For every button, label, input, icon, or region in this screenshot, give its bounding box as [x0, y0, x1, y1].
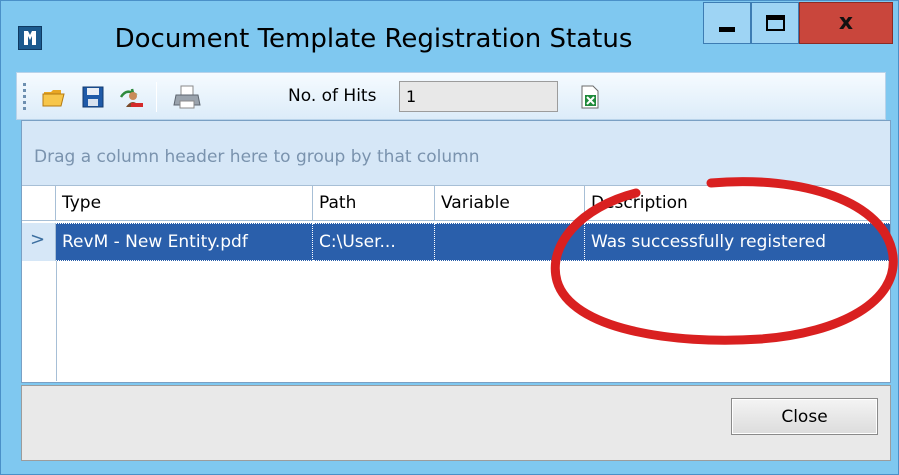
title-bar[interactable]: Document Template Registration Status x	[1, 1, 898, 77]
cell-variable[interactable]	[435, 223, 585, 261]
excel-export-icon[interactable]	[577, 83, 605, 111]
close-window-button[interactable]: x	[799, 2, 893, 44]
group-hint-text: Drag a column header here to group by th…	[34, 147, 480, 167]
cell-description[interactable]: Was successfully registered	[585, 223, 890, 261]
print-icon[interactable]	[172, 83, 201, 111]
hits-label: No. of Hits	[288, 86, 377, 106]
group-by-panel[interactable]: Drag a column header here to group by th…	[22, 121, 890, 185]
results-grid: Drag a column header here to group by th…	[21, 120, 891, 383]
cell-type[interactable]: RevM - New Entity.pdf	[56, 223, 313, 261]
app-logo-icon	[18, 26, 42, 50]
toolbar-separator	[156, 82, 157, 112]
column-header-description[interactable]: Description	[585, 186, 890, 220]
grid-empty-area-divider	[56, 261, 57, 381]
window-title: Document Template Registration Status	[114, 24, 633, 54]
maximize-icon	[765, 15, 785, 31]
row-indicator-header	[22, 186, 56, 220]
close-icon: x	[838, 10, 854, 35]
column-header-variable[interactable]: Variable	[435, 186, 585, 220]
open-folder-icon[interactable]	[41, 83, 69, 111]
hits-count-field[interactable]	[399, 81, 558, 112]
toolbar-grip[interactable]	[23, 83, 26, 111]
table-row[interactable]: > RevM - New Entity.pdf C:\User... Was s…	[22, 223, 890, 261]
close-button[interactable]: Close	[731, 398, 878, 435]
grid-header: Type Path Variable Description	[22, 185, 890, 221]
save-icon[interactable]	[79, 83, 107, 111]
cell-path[interactable]: C:\User...	[313, 223, 435, 261]
dialog-window: Document Template Registration Status x	[0, 0, 899, 475]
minimize-button[interactable]	[703, 2, 751, 44]
column-header-type[interactable]: Type	[56, 186, 313, 220]
user-remove-icon[interactable]	[117, 83, 145, 111]
maximize-button[interactable]	[751, 2, 799, 44]
toolbar: No. of Hits	[16, 72, 886, 120]
dialog-footer: Close	[21, 385, 891, 461]
row-indicator-icon: >	[22, 223, 56, 261]
minimize-icon	[719, 26, 735, 32]
column-header-path[interactable]: Path	[313, 186, 435, 220]
